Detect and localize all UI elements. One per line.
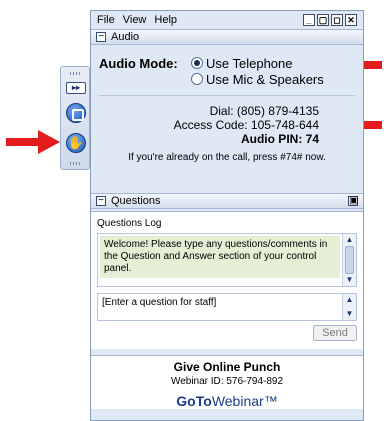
callout-arrow-raise-hand <box>6 130 60 154</box>
questions-panel: Questions Log Welcome! Please type any q… <box>91 211 363 349</box>
gotowebinar-logo: GoToWebinar™ <box>91 393 363 409</box>
raise-hand-icon[interactable]: ✋ <box>66 133 86 153</box>
grip-icon[interactable] <box>70 72 82 75</box>
audio-section-label: Audio <box>111 31 140 43</box>
close-icon[interactable]: ✕ <box>345 14 357 26</box>
webinar-title: Give Online Punch <box>173 360 281 374</box>
popout-icon[interactable]: ▣ <box>348 196 358 206</box>
question-input[interactable]: [Enter a question for staff] ▲ ▼ <box>97 293 357 321</box>
menu-view[interactable]: View <box>123 14 147 26</box>
expand-button[interactable]: ▸▸ <box>66 82 86 94</box>
scroll-up-icon[interactable]: ▲ <box>344 235 355 245</box>
access-code: Access Code: 105-748-644 <box>173 118 319 132</box>
radio-label: Use Telephone <box>206 55 293 71</box>
questions-section-label: Questions <box>111 195 161 207</box>
input-scrollbar[interactable]: ▲ ▼ <box>342 294 356 320</box>
send-button[interactable]: Send <box>313 325 357 341</box>
webinar-footer: Give Online Punch Webinar ID: 576-794-89… <box>91 355 363 409</box>
scroll-down-icon[interactable]: ▼ <box>344 275 355 285</box>
radio-use-telephone[interactable]: Use Telephone <box>191 55 324 71</box>
minimize-icon[interactable]: _ <box>303 14 315 26</box>
collapse-icon[interactable]: − <box>96 196 106 206</box>
questions-log[interactable]: Welcome! Please type any questions/comme… <box>97 233 357 287</box>
logo-goto: GoTo <box>176 393 212 409</box>
scroll-down-icon[interactable]: ▼ <box>344 309 355 319</box>
mini-toolbar: ▸▸ ✋ <box>60 66 90 170</box>
log-scrollbar[interactable]: ▲ ▼ <box>342 234 356 286</box>
radio-use-mic-speakers[interactable]: Use Mic & Speakers <box>191 71 324 87</box>
menu-help[interactable]: Help <box>154 14 177 26</box>
screen-share-icon[interactable] <box>66 103 86 123</box>
restore-icon[interactable]: ▢ <box>317 14 329 26</box>
questions-section-header[interactable]: − Questions ▣ <box>91 193 363 209</box>
window-controls: _ ▢ ◻ ✕ <box>303 14 357 26</box>
collapse-icon[interactable]: − <box>96 32 106 42</box>
menu-file[interactable]: File <box>97 14 115 26</box>
control-panel: File View Help _ ▢ ◻ ✕ − Audio Audio Mod… <box>90 10 364 421</box>
radio-selected-icon[interactable] <box>191 57 203 69</box>
grip-icon-bottom[interactable] <box>70 162 82 165</box>
scroll-thumb[interactable] <box>345 246 354 274</box>
audio-pin: Audio PIN: 74 <box>240 132 319 146</box>
dial-number: Dial: (805) 879-4135 <box>209 104 319 118</box>
radio-label: Use Mic & Speakers <box>206 71 324 87</box>
scroll-up-icon[interactable]: ▲ <box>344 295 355 305</box>
webinar-id: Webinar ID: 576-794-892 <box>170 376 284 387</box>
call-instruction: If you're already on the call, press #74… <box>128 152 326 163</box>
questions-log-label: Questions Log <box>97 218 162 229</box>
logo-webinar: Webinar™ <box>211 393 278 409</box>
menu-bar: File View Help _ ▢ ◻ ✕ <box>91 11 363 29</box>
question-placeholder: [Enter a question for staff] <box>102 297 217 308</box>
audio-section-header[interactable]: − Audio <box>91 29 363 45</box>
audio-panel: Audio Mode: Use Telephone Use Mic & Spea… <box>91 45 363 193</box>
radio-unselected-icon[interactable] <box>191 73 203 85</box>
audio-mode-label: Audio Mode: <box>99 56 178 71</box>
welcome-message: Welcome! Please type any questions/comme… <box>100 236 340 278</box>
divider <box>99 95 355 96</box>
maximize-icon[interactable]: ◻ <box>331 14 343 26</box>
